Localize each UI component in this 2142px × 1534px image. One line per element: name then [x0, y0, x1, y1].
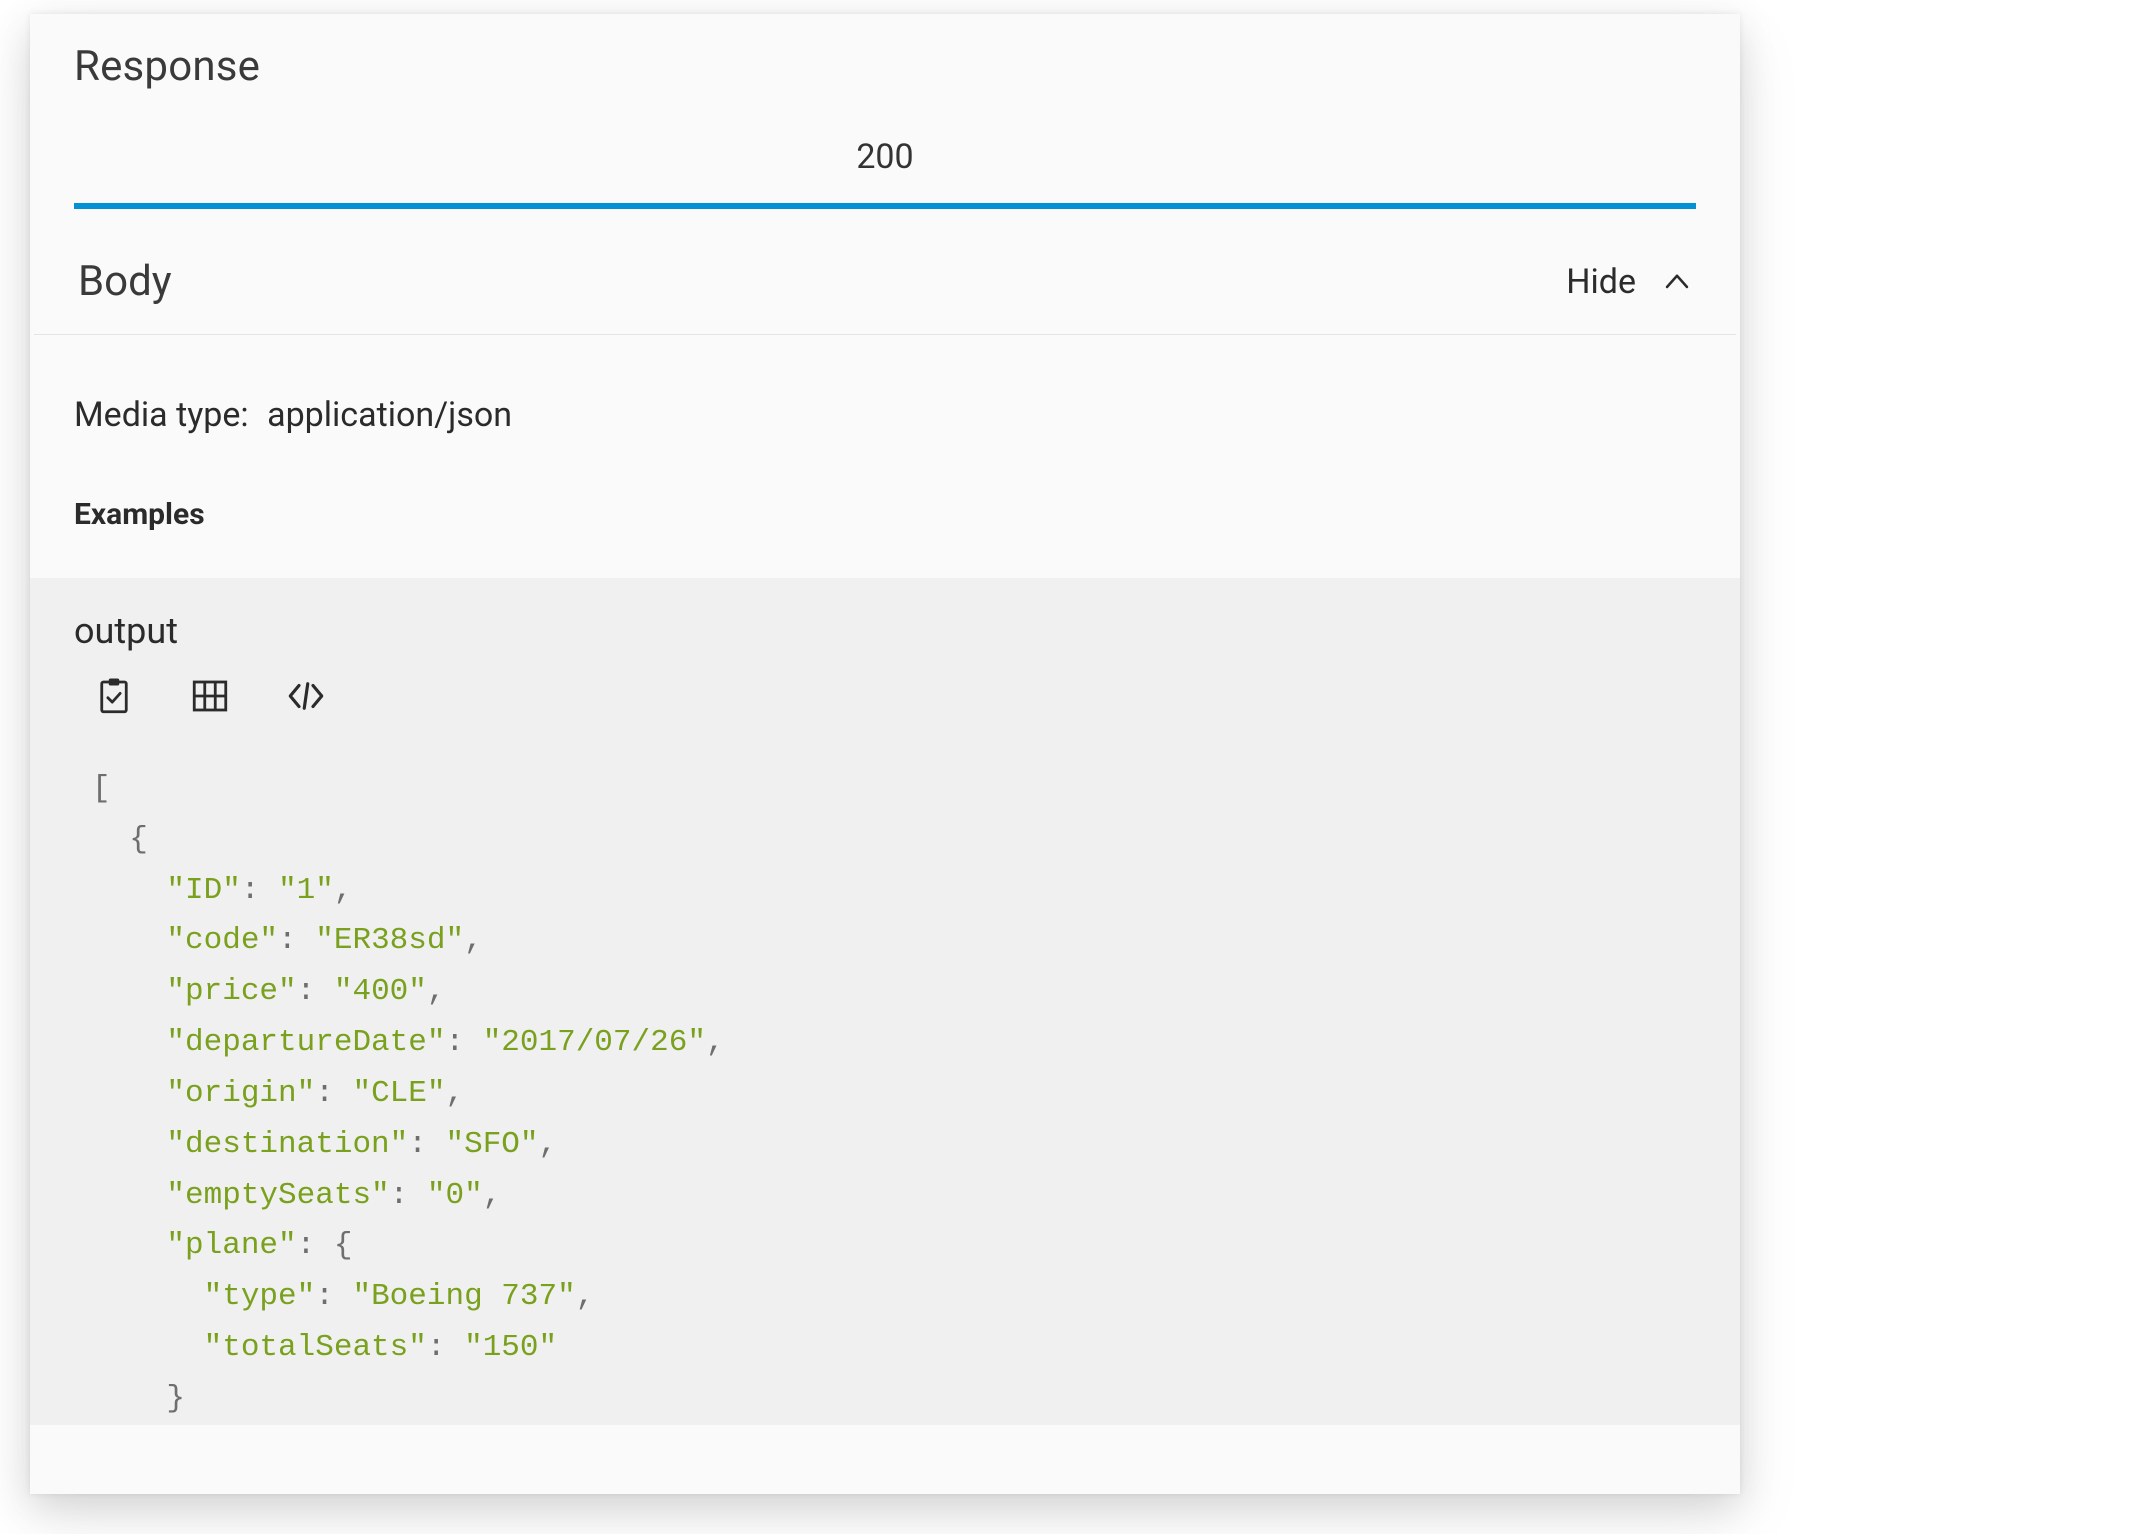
media-type-row: Media type: application/json — [30, 335, 1740, 453]
body-header-row: Body Hide — [34, 209, 1736, 335]
response-heading: Response — [30, 14, 1740, 115]
chevron-up-icon — [1662, 267, 1692, 297]
media-type-label: Media type: — [74, 395, 249, 435]
status-tab-row: 200 — [30, 115, 1740, 203]
examples-label: Examples — [30, 453, 1740, 550]
media-type-value: application/json — [267, 395, 512, 435]
example-title: output — [74, 606, 1696, 670]
grid-icon[interactable] — [188, 674, 232, 718]
example-toolbar — [74, 670, 1696, 746]
response-panel: Response 200 Body Hide Media type: appli… — [30, 14, 1740, 1494]
example-block: output — [30, 578, 1740, 1425]
status-tab-200[interactable]: 200 — [74, 115, 1696, 203]
code-icon[interactable] — [284, 674, 328, 718]
body-heading: Body — [78, 257, 172, 306]
body-toggle-label: Hide — [1566, 262, 1636, 302]
clipboard-check-icon[interactable] — [92, 674, 136, 718]
body-toggle[interactable]: Hide — [1566, 262, 1692, 302]
json-code-block: [ { "ID": "1", "code": "ER38sd", "price"… — [74, 746, 1696, 1425]
